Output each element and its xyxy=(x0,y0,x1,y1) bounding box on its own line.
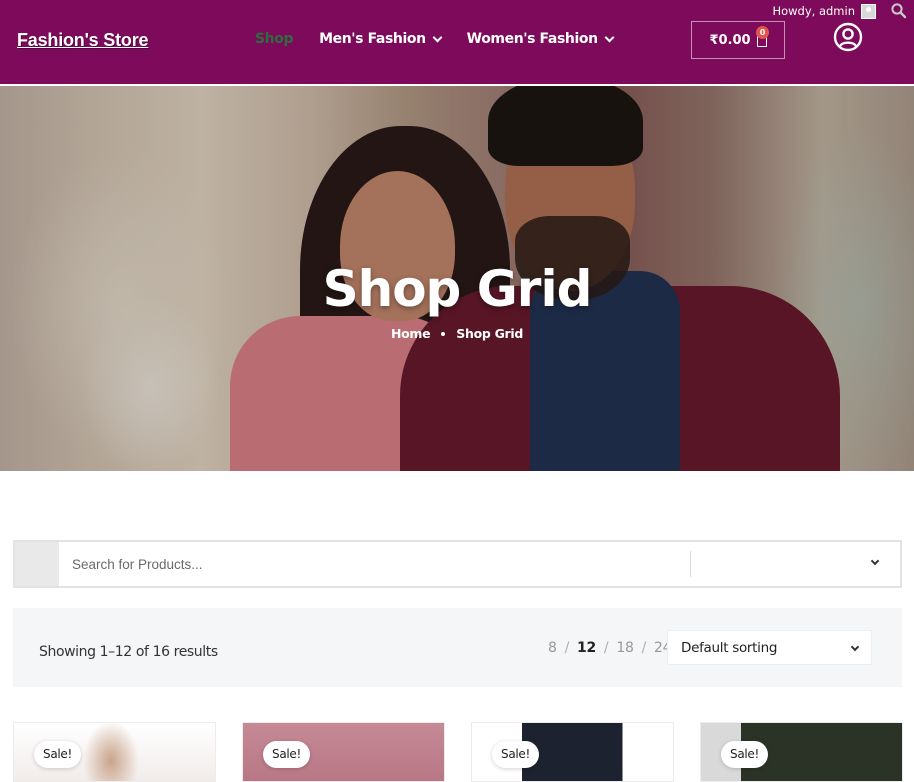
search-icon[interactable] xyxy=(890,2,908,20)
cart-button[interactable]: ₹0.00 xyxy=(691,21,785,59)
per-page-separator: / xyxy=(564,640,570,656)
product-card[interactable]: Sale! xyxy=(13,722,216,782)
chevron-down-icon xyxy=(870,556,880,566)
nav-item-womens-fashion[interactable]: Women's Fashion xyxy=(466,31,615,47)
breadcrumb: Home Shop Grid xyxy=(0,326,914,341)
product-card[interactable]: Sale! xyxy=(242,722,445,782)
per-page-option-8[interactable]: 8 xyxy=(548,640,557,656)
nav-item-label: Men's Fashion xyxy=(319,31,426,47)
cart-total: ₹0.00 xyxy=(709,32,751,48)
main-nav: Shop Men's Fashion Women's Fashion xyxy=(255,31,615,47)
nav-item-label: Shop xyxy=(255,31,294,47)
sale-badge: Sale! xyxy=(34,741,81,768)
breadcrumb-home-link[interactable]: Home xyxy=(391,326,431,341)
breadcrumb-current: Shop Grid xyxy=(456,326,524,341)
sale-badge: Sale! xyxy=(263,741,310,768)
search-category-button[interactable] xyxy=(15,542,59,586)
product-card[interactable]: Sale! xyxy=(700,722,903,782)
site-logo[interactable]: Fashion's Store xyxy=(17,30,149,51)
sorting-select[interactable]: Default sorting xyxy=(667,630,872,665)
nav-item-mens-fashion[interactable]: Men's Fashion xyxy=(319,31,443,47)
cart-count-badge: 0 xyxy=(756,26,769,39)
nav-item-shop[interactable]: Shop xyxy=(255,31,293,47)
category-select[interactable] xyxy=(691,542,900,586)
per-page-option-18[interactable]: 18 xyxy=(616,640,634,656)
sale-badge: Sale! xyxy=(721,741,768,768)
account-button[interactable] xyxy=(833,22,863,52)
product-card[interactable]: Sale! xyxy=(471,722,674,782)
hero-banner: Shop Grid Home Shop Grid xyxy=(0,86,914,471)
product-search-bar xyxy=(13,540,902,588)
chevron-down-icon xyxy=(604,32,615,42)
sorting-select-value: Default sorting xyxy=(681,639,778,656)
nav-item-label: Women's Fashion xyxy=(466,31,598,47)
per-page-separator: / xyxy=(603,640,609,656)
chevron-down-icon xyxy=(850,642,860,652)
admin-greeting[interactable]: Howdy, admin xyxy=(772,4,855,18)
result-count: Showing 1–12 of 16 results xyxy=(39,644,218,660)
user-circle-icon xyxy=(833,22,863,52)
sale-badge: Sale! xyxy=(492,741,539,768)
per-page-separator: / xyxy=(641,640,647,656)
product-search-input[interactable] xyxy=(59,542,690,586)
products-per-page: 8 / 12 / 18 / 24 xyxy=(548,640,672,656)
shop-toolbar: Showing 1–12 of 16 results 8 / 12 / 18 /… xyxy=(13,608,902,687)
chevron-down-icon xyxy=(432,32,443,42)
breadcrumb-separator xyxy=(441,331,446,336)
page-title: Shop Grid xyxy=(322,260,593,318)
user-avatar-icon[interactable] xyxy=(861,3,876,19)
product-grid: Sale! Sale! Sale! Sale! xyxy=(13,722,903,782)
admin-bar: Howdy, admin xyxy=(772,0,914,22)
per-page-option-12[interactable]: 12 xyxy=(577,640,596,656)
